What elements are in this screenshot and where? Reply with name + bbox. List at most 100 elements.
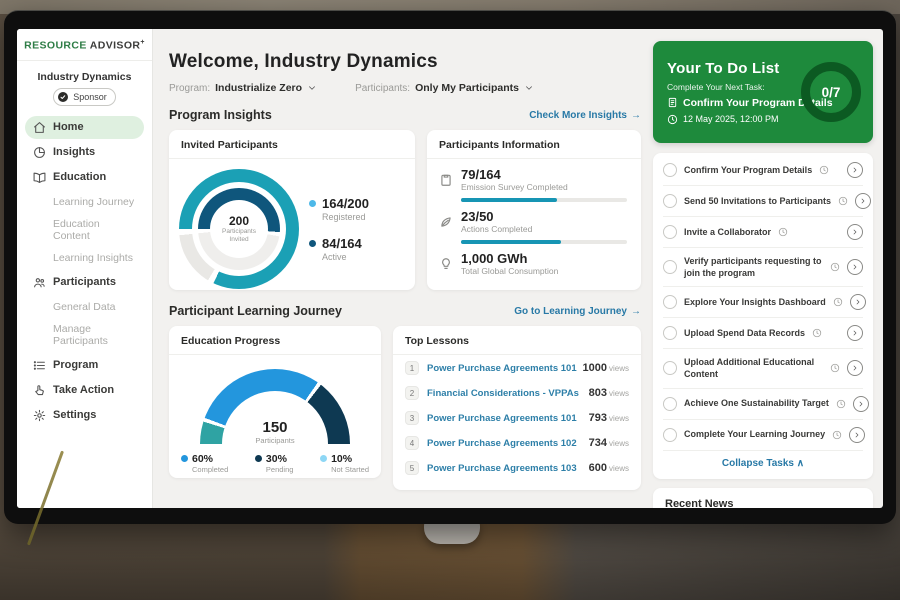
recent-news-title: Recent News (665, 498, 861, 508)
task-open-button[interactable] (847, 162, 863, 178)
task-label: Complete Your Learning Journey (684, 428, 825, 440)
todo-progress-value: 0/7 (822, 85, 841, 100)
sidebar-item-general-data[interactable]: General Data (25, 296, 144, 318)
todo-next-task[interactable]: Confirm Your Program Details (667, 97, 801, 109)
legend-item-active: 84/164 Active (309, 236, 369, 262)
task-row-confirm-program: Confirm Your Program Details (663, 155, 863, 186)
lesson-link[interactable]: Power Purchase Agreements 101 (427, 363, 577, 374)
task-checkbox[interactable] (663, 326, 677, 340)
views-suffix: views (609, 414, 629, 423)
brand-part1: RESOURCE (24, 40, 87, 52)
task-open-button[interactable] (849, 427, 865, 443)
sidebar-item-learning-insights[interactable]: Learning Insights (25, 247, 144, 269)
people-icon (33, 276, 46, 289)
legend-value: 84/164 (322, 236, 362, 251)
learning-journey-header: Participant Learning Journey Go to Learn… (169, 304, 641, 318)
gauge-center-value: 150 (200, 419, 350, 436)
sidebar-item-settings[interactable]: Settings (25, 404, 144, 427)
info-value: 79/164 (461, 167, 568, 182)
donut-center-label: Participants Invited (217, 228, 261, 245)
chevron-right-icon (857, 400, 865, 408)
lesson-link[interactable]: Power Purchase Agreements 102 (427, 438, 577, 449)
donut-center: 200 Participants Invited (210, 200, 268, 258)
donut-center-value: 200 (229, 214, 249, 228)
legend-label: Pending (266, 465, 294, 474)
collapse-tasks-link[interactable]: Collapse Tasks ∧ (663, 451, 863, 477)
todo-left: Your To Do List Complete Your Next Task:… (667, 60, 801, 125)
sidebar-item-label: Insights (53, 146, 95, 158)
sidebar-item-label: Education (53, 171, 106, 183)
legend-label: Not Started (331, 465, 369, 474)
legend-dot (309, 240, 316, 247)
home-icon (33, 121, 46, 134)
task-checkbox[interactable] (663, 361, 677, 375)
clipboard-icon (439, 173, 453, 187)
task-open-button[interactable] (847, 360, 863, 376)
org-name: Industry Dynamics (17, 71, 152, 83)
lesson-rank: 3 (405, 411, 419, 425)
task-row-explore-insights: Explore Your Insights Dashboard (663, 287, 863, 318)
lesson-rank: 4 (405, 436, 419, 450)
program-dropdown[interactable]: Program: Industrialize Zero (169, 82, 317, 94)
sidebar-item-program[interactable]: Program (25, 354, 144, 377)
sidebar-item-education-content[interactable]: Education Content (25, 213, 144, 247)
chevron-right-icon (851, 364, 859, 372)
task-open-button[interactable] (847, 259, 863, 275)
chevron-down-icon (307, 83, 317, 93)
clock-icon (830, 363, 840, 373)
views-count: 600 (589, 462, 607, 474)
right-column: Your To Do List Complete Your Next Task:… (653, 39, 873, 508)
actions-progress-fill (461, 240, 561, 244)
views-suffix: views (609, 439, 629, 448)
task-row-invite-collaborator: Invite a Collaborator (663, 217, 863, 248)
lesson-row: 2 Financial Considerations - VPPAs 803vi… (393, 380, 641, 405)
go-to-learning-journey-link[interactable]: Go to Learning Journey → (514, 306, 641, 317)
education-gauge-chart: 150 Participants (200, 369, 350, 445)
sidebar-item-participants[interactable]: Participants (25, 271, 144, 294)
page-title: Welcome, Industry Dynamics (169, 51, 641, 73)
task-open-button[interactable] (855, 193, 871, 209)
sidebar-item-manage-participants[interactable]: Manage Participants (25, 318, 144, 352)
education-progress-card: Education Progress 150 Participants (169, 326, 381, 478)
legend-dot (255, 455, 262, 462)
sidebar-item-education[interactable]: Education (25, 166, 144, 189)
participants-dropdown[interactable]: Participants: Only My Participants (355, 82, 534, 94)
lesson-link[interactable]: Financial Considerations - VPPAs (427, 388, 579, 399)
sidebar-item-take-action[interactable]: Take Action (25, 379, 144, 402)
legend-value: 30% (266, 453, 294, 465)
task-checkbox[interactable] (663, 194, 677, 208)
task-open-button[interactable] (850, 294, 866, 310)
lesson-link[interactable]: Power Purchase Agreements 101 (427, 413, 577, 424)
sidebar-item-home[interactable]: Home (25, 116, 144, 139)
info-row-actions: 23/50 Actions Completed (439, 209, 627, 234)
sponsor-icon (57, 91, 69, 103)
task-checkbox[interactable] (663, 163, 677, 177)
info-value: 1,000 GWh (461, 251, 558, 266)
task-open-button[interactable] (847, 325, 863, 341)
lesson-views: 803views (589, 387, 629, 399)
task-checkbox[interactable] (663, 295, 677, 309)
lesson-link[interactable]: Power Purchase Agreements 103 (427, 463, 577, 474)
invited-participants-card: Invited Participants 200 Participants In… (169, 130, 415, 290)
collapse-label: Collapse Tasks (722, 458, 794, 469)
sidebar-item-learning-journey[interactable]: Learning Journey (25, 191, 144, 213)
recent-news-card: Recent News (653, 488, 873, 508)
program-label: Program: (169, 83, 210, 94)
sidebar-item-label: Home (53, 121, 84, 133)
task-row-complete-learning-journey: Complete Your Learning Journey (663, 420, 863, 451)
sidebar-item-label: Settings (53, 409, 96, 421)
task-checkbox[interactable] (663, 225, 677, 239)
task-checkbox[interactable] (663, 260, 677, 274)
take-action-icon (33, 384, 46, 397)
task-row-verify-participants: Verify participants requesting to join t… (663, 248, 863, 287)
lesson-views: 793views (589, 412, 629, 424)
info-row-consumption: 1,000 GWh Total Global Consumption (439, 251, 627, 276)
chevron-right-icon (851, 263, 859, 271)
task-checkbox[interactable] (663, 428, 677, 442)
check-more-insights-link[interactable]: Check More Insights → (529, 110, 641, 121)
brand-plus: + (140, 39, 145, 46)
task-open-button[interactable] (847, 224, 863, 240)
task-checkbox[interactable] (663, 397, 677, 411)
sidebar-item-insights[interactable]: Insights (25, 141, 144, 164)
task-open-button[interactable] (853, 396, 869, 412)
